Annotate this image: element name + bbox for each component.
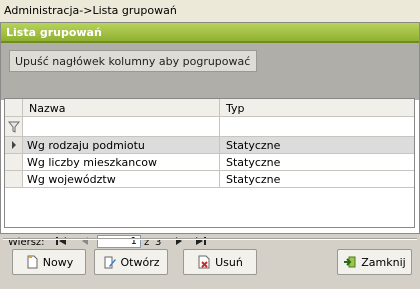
row-current-indicator: [5, 137, 23, 153]
cell-type[interactable]: Statyczne: [220, 137, 414, 153]
close-button-label: Zamknij: [361, 255, 406, 269]
grouping-list-panel: Lista grupowań Upuść nagłówek kolumny ab…: [0, 22, 420, 248]
bottom-divider-highlight: [3, 239, 417, 240]
delete-button-label: Usuń: [215, 255, 243, 269]
table-row[interactable]: Wg liczby mieszkancow Statyczne: [5, 154, 414, 171]
group-by-hint: Upuść nagłówek kolumny aby pogrupować: [9, 50, 258, 72]
filter-input-name[interactable]: [23, 117, 220, 136]
new-button[interactable]: Nowy: [12, 249, 86, 275]
edit-icon: [103, 255, 117, 269]
panel-title: Lista grupowań: [1, 23, 419, 41]
row-selector-header: [5, 99, 23, 117]
window-breadcrumb: Administracja->Lista grupowań: [0, 0, 420, 22]
column-header-name[interactable]: Nazwa: [23, 99, 220, 117]
filter-icon[interactable]: [5, 117, 23, 136]
table-row[interactable]: Wg rodzaju podmiotu Statyczne: [5, 137, 414, 154]
filter-input-type[interactable]: [220, 117, 414, 136]
row-selector[interactable]: [5, 154, 23, 170]
filter-row: [5, 117, 414, 137]
column-header-type[interactable]: Typ: [220, 99, 414, 117]
delete-icon: [197, 255, 211, 269]
open-button[interactable]: Otwórz: [94, 249, 168, 275]
cell-name[interactable]: Wg województw: [23, 171, 220, 187]
close-button[interactable]: Zamknij: [337, 249, 412, 275]
delete-button[interactable]: Usuń: [183, 249, 257, 275]
new-button-label: Nowy: [42, 255, 74, 269]
cell-type[interactable]: Statyczne: [220, 154, 414, 170]
exit-icon: [343, 255, 357, 269]
group-by-area[interactable]: Upuść nagłówek kolumny aby pogrupować Na…: [1, 43, 419, 248]
open-button-label: Otwórz: [120, 255, 160, 269]
grouping-grid: Nazwa Typ Wg rodzaju podmiotu Statyczne: [4, 98, 415, 228]
cell-type[interactable]: Statyczne: [220, 171, 414, 187]
cell-name[interactable]: Wg rodzaju podmiotu: [23, 137, 220, 153]
current-row-input[interactable]: 1: [97, 235, 141, 248]
table-row[interactable]: Wg województw Statyczne: [5, 171, 414, 188]
cell-name[interactable]: Wg liczby mieszkancow: [23, 154, 220, 170]
row-selector[interactable]: [5, 171, 23, 187]
new-document-icon: [25, 255, 39, 269]
